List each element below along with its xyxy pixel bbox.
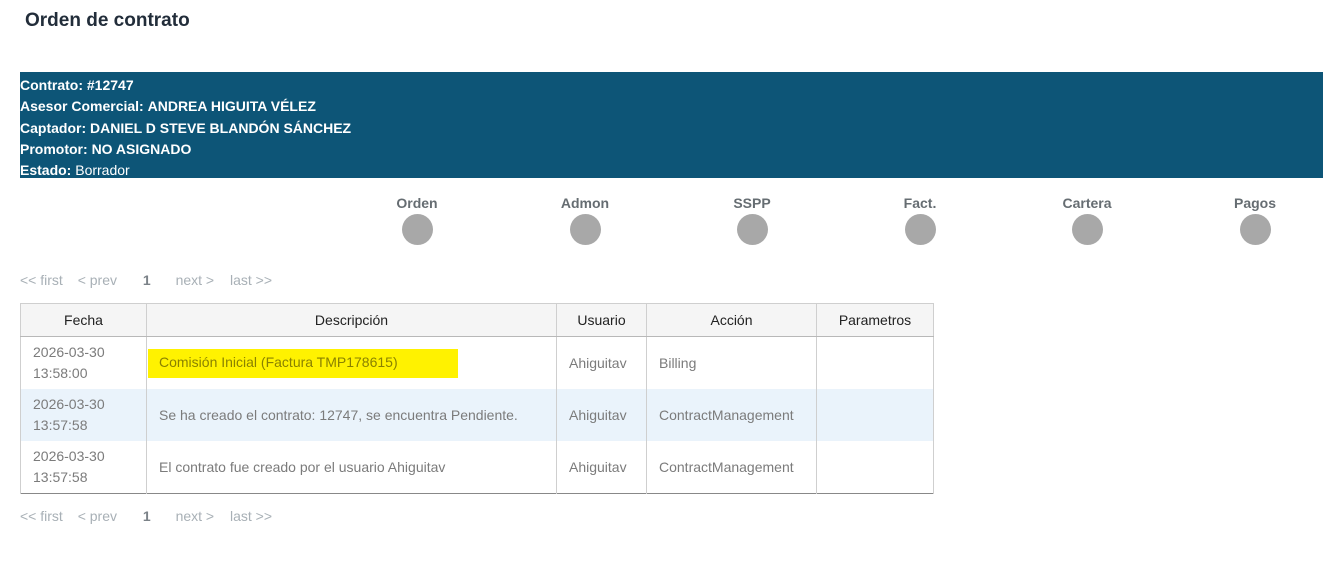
captor: Captador: DANIEL D STEVE BLANDÓN SÁNCHEZ [20,118,1323,139]
contract-number-label: Contrato: [20,77,83,93]
pagination-bottom: << first < prev 1 next > last >> [20,508,272,524]
step-label: Fact. [903,195,937,211]
column-header-accion: Acción [646,303,817,337]
action-cell: ContractManagement [646,389,817,441]
last-page-link[interactable]: last >> [230,508,272,524]
first-page-link[interactable]: << first [20,272,63,288]
step-sspp[interactable]: SSPP [707,195,797,245]
time: 13:57:58 [33,469,88,485]
column-header-fecha: Fecha [20,303,147,337]
time: 13:57:58 [33,417,88,433]
description-cell: Comisión Inicial (Factura TMP178615) [146,336,557,389]
pagination-top: << first < prev 1 next > last >> [20,272,272,288]
action-cell: ContractManagement [646,441,817,494]
step-fact[interactable]: Fact. [875,195,965,245]
status-value: Borrador [75,162,130,179]
date-cell: 2026-03-30 13:57:58 [20,441,147,494]
column-header-usuario: Usuario [556,303,647,337]
commercial-advisor-label: Asesor Comercial: [20,98,144,115]
first-page-link[interactable]: << first [20,508,63,524]
user-cell: Ahiguitav [556,441,647,494]
promoter-value: NO ASIGNADO [91,140,192,157]
step-admon[interactable]: Admon [540,195,630,245]
promoter-label: Promotor: [20,140,88,157]
column-header-descripcion: Descripción [146,303,557,337]
commercial-advisor: Asesor Comercial: ANDREA HIGUITA VÉLEZ [20,96,1323,117]
contract-number-value: #12747 [86,77,134,93]
step-label: Cartera [1062,195,1112,211]
table-row: 2026-03-30 13:57:58 Se ha creado el contr… [20,389,934,441]
step-dot [569,214,601,245]
page-title: Orden de contrato [25,10,190,31]
commercial-advisor-value: ANDREA HIGUITA VÉLEZ [147,98,316,115]
description-cell: El contrato fue creado por el usuario Ah… [146,441,557,494]
table-header-row: Fecha Descripción Usuario Acción Paramet… [20,303,934,337]
date-cell: 2026-03-30 13:57:58 [20,389,147,441]
step-label: Orden [396,195,438,211]
table-row: 2026-03-30 13:57:58 El contrato fue cread… [20,441,934,494]
step-label: Pagos [1233,195,1276,211]
user-cell: Ahiguitav [556,389,647,441]
step-dot [1239,214,1271,245]
date: 2026-03-30 [33,396,105,412]
captor-value: DANIEL D STEVE BLANDÓN SÁNCHEZ [90,119,352,136]
date: 2026-03-30 [33,344,105,360]
step-cartera[interactable]: Cartera [1042,195,1132,245]
params-cell [816,336,934,389]
promoter: Promotor: NO ASIGNADO [20,139,1323,160]
last-page-link[interactable]: last >> [230,272,272,288]
highlighted-description: Comisión Inicial (Factura TMP178615) [148,348,458,378]
step-dot [1071,214,1103,245]
step-label: Admon [560,195,610,211]
date: 2026-03-30 [33,448,105,464]
prev-page-link[interactable]: < prev [78,272,117,288]
table-row: 2026-03-30 13:58:00 Comisión Inicial (Fac… [20,336,934,389]
captor-label: Captador: [20,119,87,136]
step-dot [401,214,433,245]
next-page-link[interactable]: next > [176,508,215,524]
column-header-parametros: Parametros [816,303,934,337]
contract-info-bar: Contrato: #12747 Asesor Comercial: ANDRE… [20,72,1323,178]
history-table: Fecha Descripción Usuario Acción Paramet… [20,303,934,494]
step-label: SSPP [733,195,771,211]
prev-page-link[interactable]: < prev [78,508,117,524]
step-dot [904,214,936,245]
user-cell: Ahiguitav [556,336,647,389]
step-pagos[interactable]: Pagos [1210,195,1300,245]
action-cell: Billing [646,336,817,389]
step-dot [736,214,768,245]
description-cell: Se ha creado el contrato: 12747, se encu… [146,389,557,441]
current-page: 1 [142,272,151,288]
params-cell [816,441,934,494]
date-cell: 2026-03-30 13:58:00 [20,336,147,389]
status: Estado: Borrador [20,160,1323,181]
next-page-link[interactable]: next > [176,272,215,288]
current-page: 1 [142,508,151,524]
time: 13:58:00 [33,365,88,381]
contract-number: Contrato: #12747 [20,75,1323,96]
step-orden[interactable]: Orden [372,195,462,245]
params-cell [816,389,934,441]
status-label: Estado: [20,162,72,179]
